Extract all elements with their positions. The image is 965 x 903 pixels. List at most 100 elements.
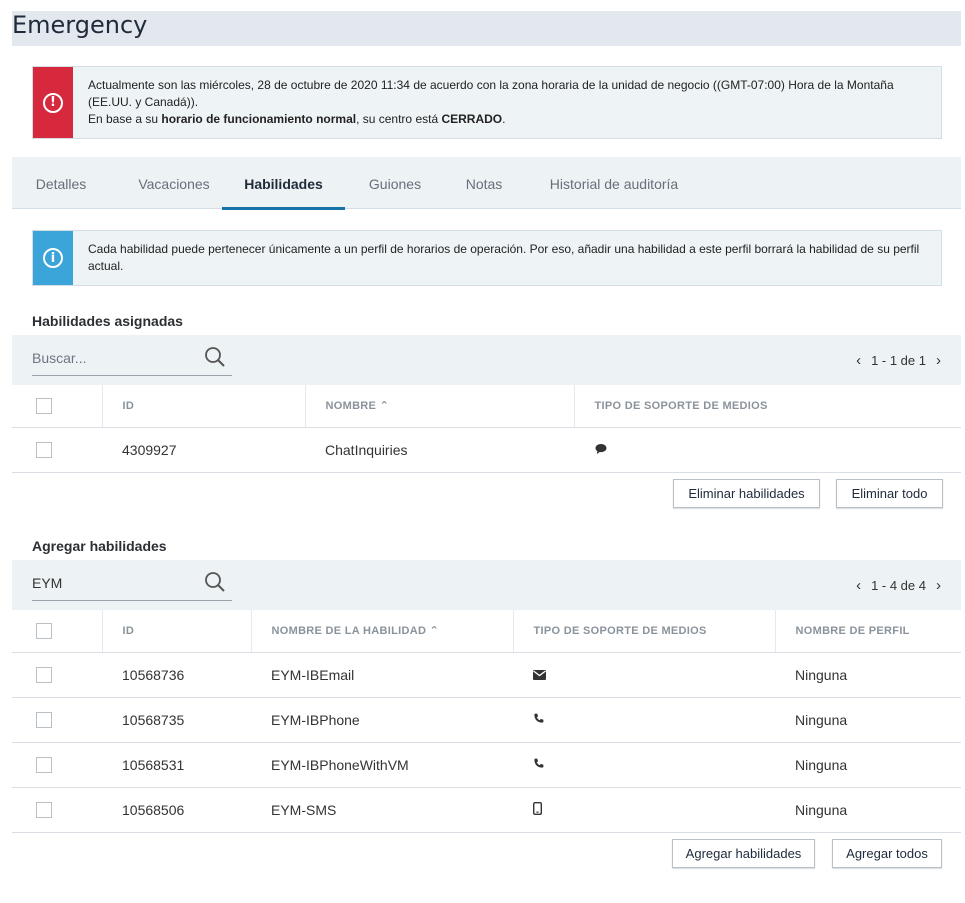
add-search — [32, 568, 232, 601]
col-skill-name[interactable]: NOMBRE DE LA HABILIDAD ⌃ — [250, 610, 513, 653]
closed-alert-status: CERRADO — [441, 112, 503, 126]
col-name[interactable]: NOMBRE ⌃ — [304, 385, 574, 428]
add-search-input[interactable] — [32, 568, 197, 598]
table-row[interactable]: 10568736 EYM-IBEmail Ninguna — [12, 652, 961, 698]
row-checkbox-cell — [12, 697, 102, 743]
table-row[interactable]: 10568735 EYM-IBPhone Ninguna — [12, 697, 961, 743]
row-checkbox-cell — [12, 787, 102, 833]
closed-alert-message: Actualmente son las miércoles, 28 de oct… — [88, 77, 933, 128]
add-all-button[interactable]: Agregar todos — [832, 839, 942, 868]
row-id: 10568506 — [102, 787, 251, 833]
page: Emergency ! Actualmente son las miércole… — [12, 0, 961, 903]
closed-alert-end: . — [502, 112, 506, 126]
assigned-pager-text: 1 - 1 de 1 — [871, 353, 926, 368]
row-media — [513, 697, 775, 743]
col-name-label: NOMBRE — [325, 400, 377, 413]
col-media[interactable]: TIPO DE SOPORTE DE MEDIOS — [512, 610, 775, 653]
add-table: ID NOMBRE DE LA HABILIDAD ⌃ TIPO DE SOPO… — [12, 610, 961, 833]
select-all-checkbox[interactable] — [36, 622, 52, 639]
table-header-row: ID NOMBRE DE LA HABILIDAD ⌃ TIPO DE SOPO… — [12, 610, 961, 653]
tab-guiones[interactable]: Guiones — [355, 157, 435, 209]
phone-icon — [533, 712, 545, 728]
row-checkbox[interactable] — [36, 442, 52, 459]
row-checkbox-cell — [12, 742, 102, 788]
select-all-cell — [12, 610, 102, 653]
row-media — [513, 742, 775, 788]
row-profile: Ninguna — [775, 652, 961, 698]
row-checkbox[interactable] — [36, 667, 52, 684]
sort-asc-icon: ⌃ — [429, 625, 440, 638]
assigned-section-title: Habilidades asignadas — [32, 313, 183, 329]
alert-error-bar: ! — [33, 67, 73, 138]
chat-icon — [594, 442, 608, 458]
row-name: EYM-SMS — [251, 787, 513, 833]
table-header-row: ID NOMBRE ⌃ TIPO DE SOPORTE DE MEDIOS — [12, 385, 961, 428]
table-row[interactable]: 4309927 ChatInquiries — [12, 427, 961, 473]
row-checkbox[interactable] — [36, 802, 52, 819]
assigned-toolbar: ‹ 1 - 1 de 1 › — [12, 335, 961, 385]
row-checkbox[interactable] — [36, 757, 52, 774]
col-id[interactable]: ID — [101, 385, 305, 428]
col-id[interactable]: ID — [101, 610, 251, 653]
assigned-search — [32, 343, 232, 376]
pager-prev-icon[interactable]: ‹ — [856, 353, 861, 368]
info-alert: i Cada habilidad puede pertenecer únicam… — [32, 230, 942, 286]
table-row[interactable]: 10568531 EYM-IBPhoneWithVM Ninguna — [12, 742, 961, 788]
tab-habilidades[interactable]: Habilidades — [222, 157, 345, 210]
sort-asc-icon: ⌃ — [379, 400, 390, 413]
col-skill-name-label: NOMBRE DE LA HABILIDAD — [271, 625, 427, 638]
closed-alert-mid: , su centro está — [356, 112, 442, 126]
alert-icon: ! — [43, 92, 63, 113]
closed-alert-prefix: En base a su — [88, 112, 162, 126]
pager-prev-icon[interactable]: ‹ — [856, 578, 861, 593]
info-icon: i — [43, 248, 63, 268]
tab-historial[interactable]: Historial de auditoría — [534, 157, 694, 209]
pager-next-icon[interactable]: › — [936, 578, 941, 593]
add-skills-button[interactable]: Agregar habilidades — [672, 839, 815, 868]
table-row[interactable]: 10568506 EYM-SMS Ninguna — [12, 787, 961, 833]
phone-icon — [533, 757, 545, 773]
tab-detalles[interactable]: Detalles — [12, 157, 110, 209]
row-checkbox-cell — [12, 652, 102, 698]
add-pager-text: 1 - 4 de 4 — [871, 578, 926, 593]
select-all-cell — [12, 385, 102, 428]
row-checkbox-cell — [12, 427, 102, 473]
closed-alert-schedule: horario de funcionamiento normal — [161, 112, 357, 126]
tab-vacaciones[interactable]: Vacaciones — [120, 157, 228, 209]
add-toolbar: ‹ 1 - 4 de 4 › — [12, 560, 961, 610]
search-icon[interactable] — [204, 571, 226, 598]
row-name: EYM-IBPhone — [251, 697, 513, 743]
add-pager: ‹ 1 - 4 de 4 › — [856, 578, 941, 593]
closed-alert-line2: En base a su horario de funcionamiento n… — [88, 111, 933, 128]
col-media[interactable]: TIPO DE SOPORTE DE MEDIOS — [573, 385, 961, 428]
row-profile: Ninguna — [775, 742, 961, 788]
select-all-checkbox[interactable] — [36, 397, 52, 414]
col-profile[interactable]: NOMBRE DE PERFIL — [774, 610, 961, 653]
email-icon — [533, 667, 546, 683]
row-profile: Ninguna — [775, 787, 961, 833]
row-name: ChatInquiries — [305, 427, 574, 473]
title-bar: Emergency — [12, 11, 961, 46]
assigned-search-input[interactable] — [32, 343, 197, 373]
row-id: 10568531 — [102, 742, 251, 788]
add-section-title: Agregar habilidades — [32, 538, 167, 554]
row-media — [513, 652, 775, 698]
row-id: 10568735 — [102, 697, 251, 743]
row-media — [513, 787, 775, 833]
closed-alert: ! Actualmente son las miércoles, 28 de o… — [32, 66, 942, 139]
assigned-table: ID NOMBRE ⌃ TIPO DE SOPORTE DE MEDIOS 43… — [12, 385, 961, 473]
mobile-icon — [532, 801, 542, 818]
search-icon[interactable] — [204, 346, 226, 373]
remove-skills-button[interactable]: Eliminar habilidades — [673, 479, 820, 508]
row-checkbox[interactable] — [36, 712, 52, 729]
remove-all-button[interactable]: Eliminar todo — [836, 479, 943, 508]
tab-notas[interactable]: Notas — [452, 157, 516, 209]
pager-next-icon[interactable]: › — [936, 353, 941, 368]
row-id: 4309927 — [102, 427, 305, 473]
assigned-pager: ‹ 1 - 1 de 1 › — [856, 353, 941, 368]
tab-bar: Detalles Vacaciones Habilidades Guiones … — [12, 157, 961, 210]
page-title: Emergency — [12, 11, 148, 39]
row-name: EYM-IBPhoneWithVM — [251, 742, 513, 788]
row-media — [574, 427, 961, 473]
info-alert-message: Cada habilidad puede pertenecer únicamen… — [88, 242, 920, 273]
